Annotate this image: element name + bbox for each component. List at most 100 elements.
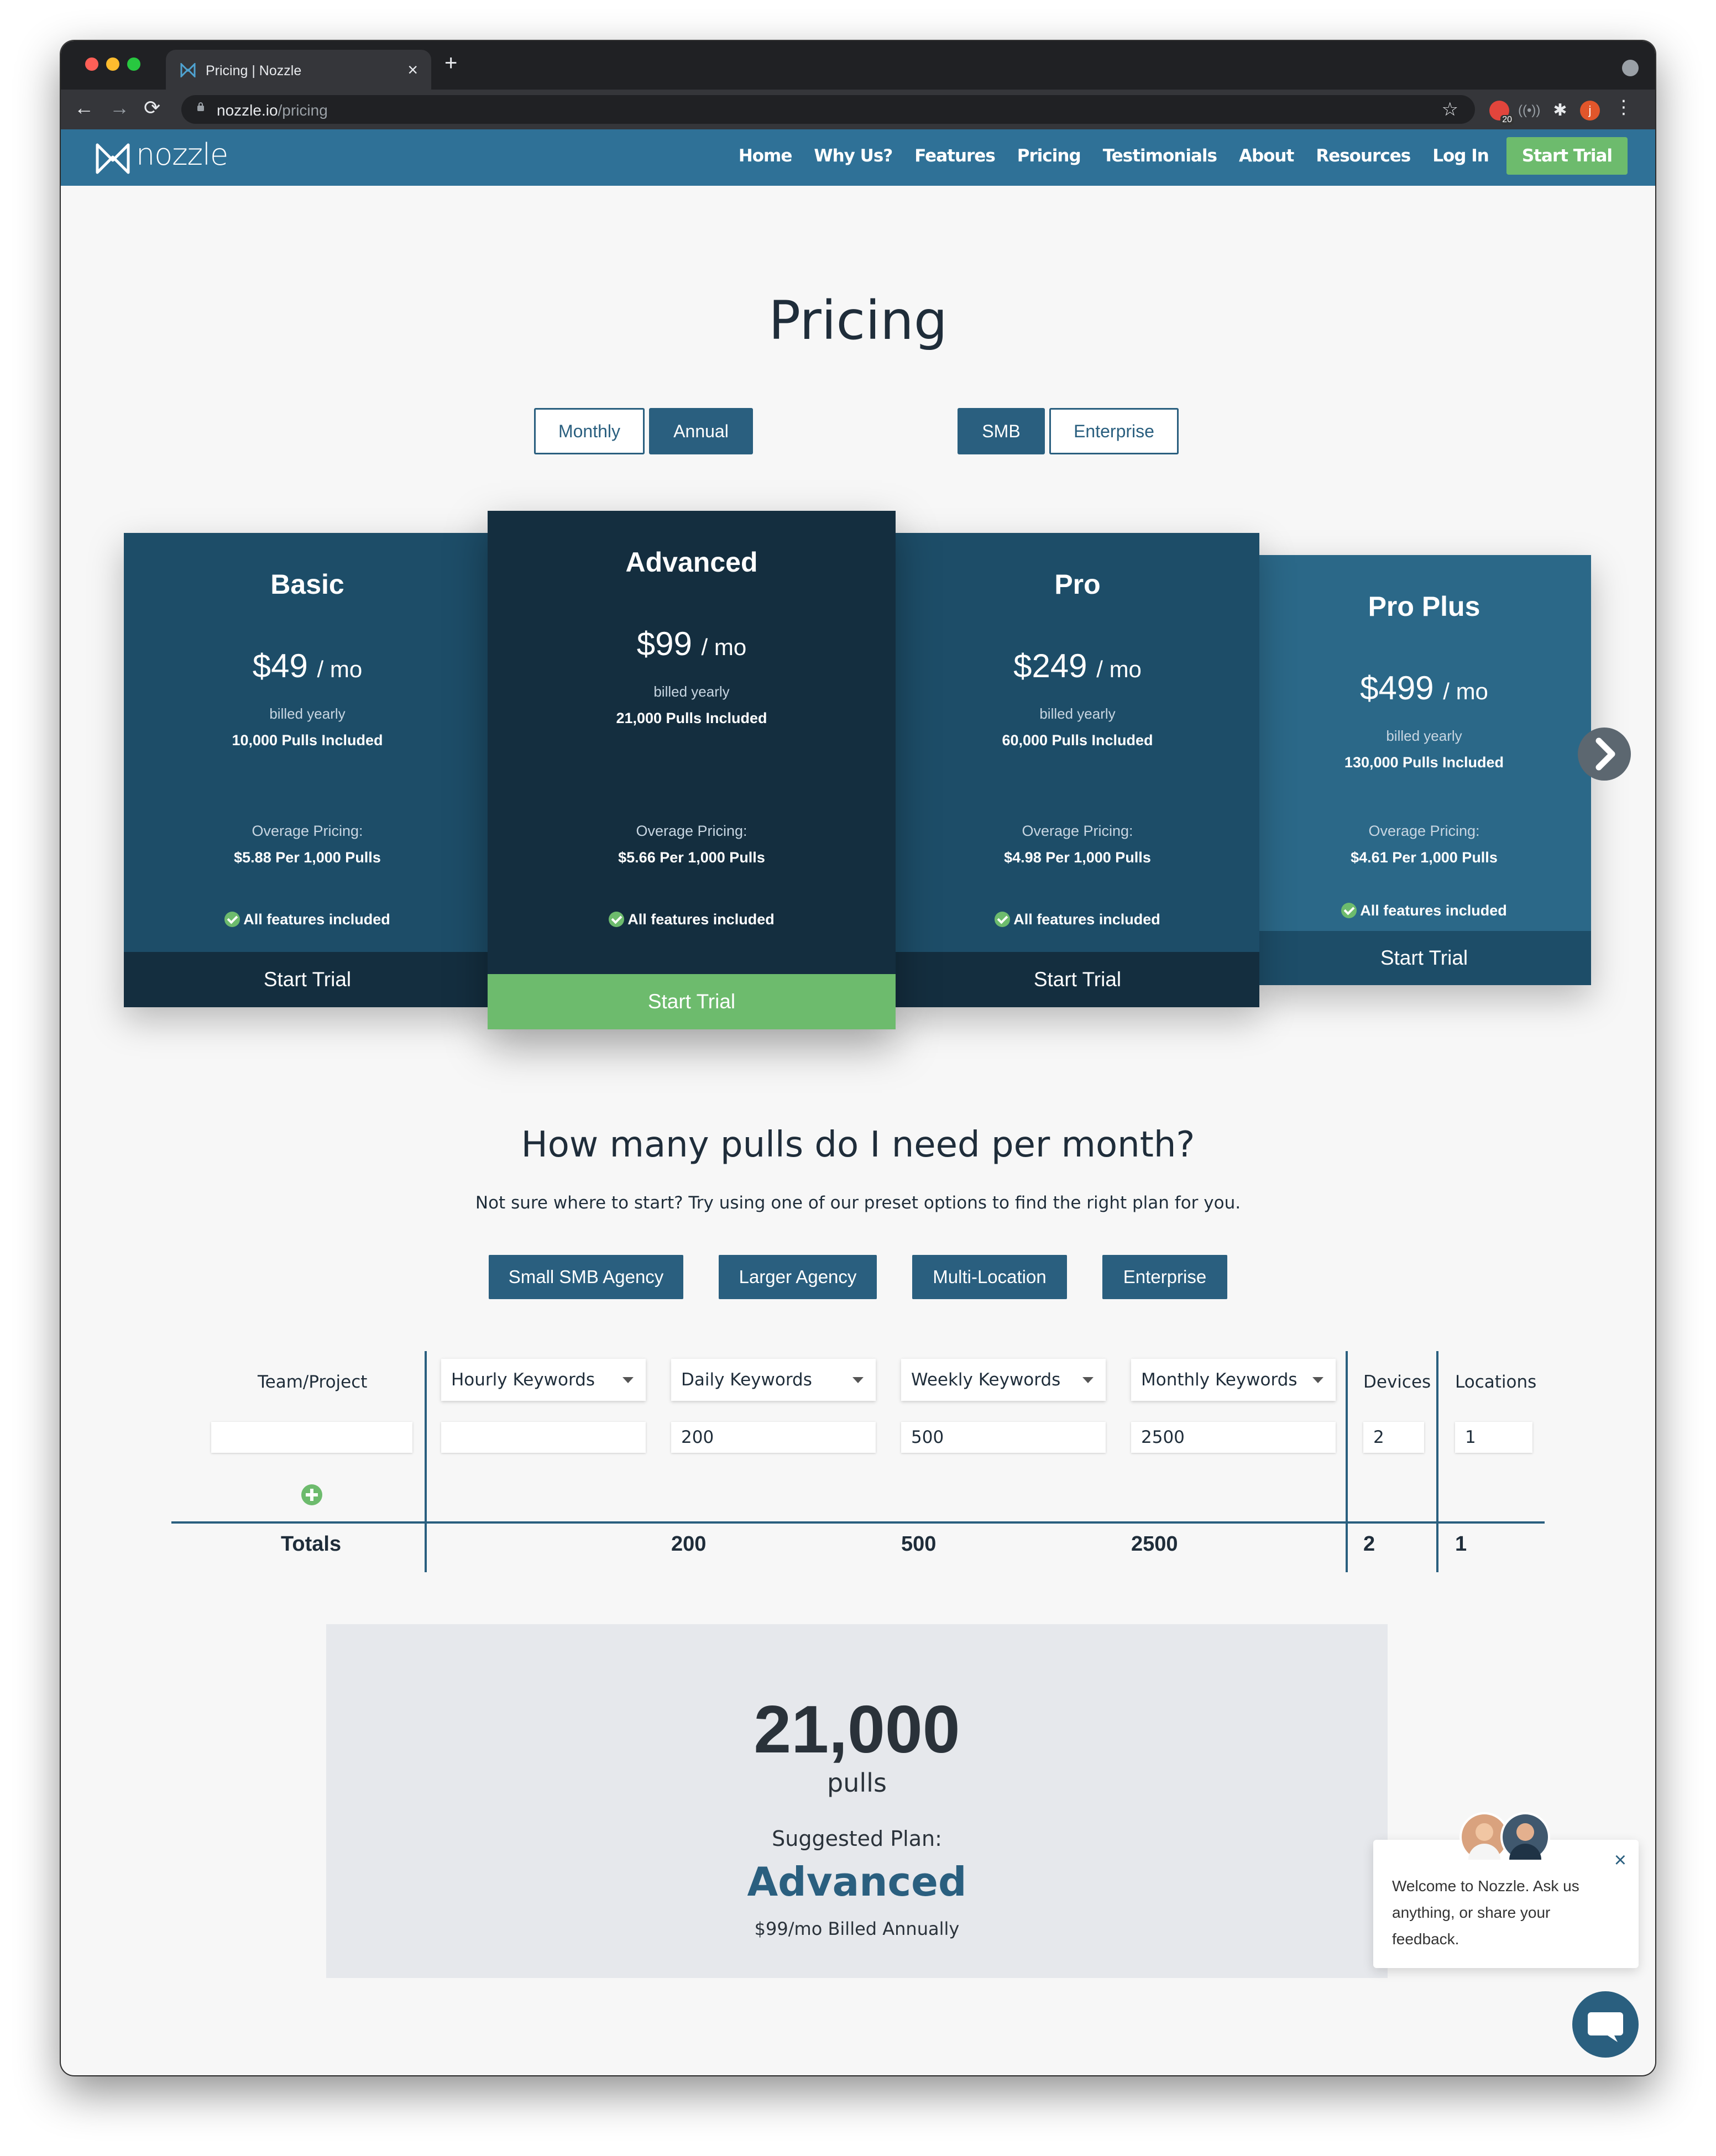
profile-avatar[interactable]: j xyxy=(1580,101,1600,121)
devices-header: Devices xyxy=(1363,1372,1431,1392)
carousel-next-button[interactable] xyxy=(1578,728,1631,781)
calculator-heading: How many pulls do I need per month? xyxy=(521,1124,1195,1165)
team-project-header: Team/Project xyxy=(258,1372,368,1392)
plan-price-amount: $99 xyxy=(636,625,692,662)
url-text: nozzle.io/pricing xyxy=(217,102,328,119)
basic-start-trial-button[interactable]: Start Trial xyxy=(124,952,491,1007)
plan-features-label: All features included xyxy=(627,911,775,928)
chevron-right-icon xyxy=(1595,737,1615,771)
nav-home[interactable]: Home xyxy=(739,146,793,166)
nav-features[interactable]: Features xyxy=(914,146,996,166)
nav-testimonials[interactable]: Testimonials xyxy=(1103,146,1217,166)
monthly-keywords-input[interactable]: 2500 xyxy=(1131,1422,1336,1453)
plan-features-label: All features included xyxy=(243,911,390,928)
logo-wordmark[interactable]: nozzle xyxy=(136,137,228,172)
weekly-keywords-input[interactable]: 500 xyxy=(901,1422,1106,1453)
browser-window: Pricing | Nozzle × + ← → ⟳ nozzle.io/pri… xyxy=(61,41,1655,2075)
plan-name: Pro xyxy=(1054,569,1101,600)
preset-enterprise-button[interactable]: Enterprise xyxy=(1102,1255,1227,1299)
daily-keywords-select[interactable]: Daily Keywords xyxy=(671,1359,876,1401)
minimize-window-icon[interactable] xyxy=(106,57,119,71)
reload-icon[interactable]: ⟳ xyxy=(144,96,160,119)
locations-header: Locations xyxy=(1455,1372,1537,1392)
plan-overage-label: Overage Pricing: xyxy=(1022,823,1133,839)
plan-pulls: 10,000 Pulls Included xyxy=(232,732,383,749)
bookmark-star-icon[interactable]: ☆ xyxy=(1442,98,1458,121)
nav-pricing[interactable]: Pricing xyxy=(1017,146,1081,166)
pulls-total: 21,000 xyxy=(754,1692,960,1767)
plan-overage-label: Overage Pricing: xyxy=(636,823,747,839)
caret-down-icon xyxy=(852,1377,864,1383)
advanced-start-trial-button[interactable]: Start Trial xyxy=(488,974,896,1029)
smb-toggle-button[interactable]: SMB xyxy=(958,408,1045,454)
plan-features-label: All features included xyxy=(1360,902,1507,919)
url-host: nozzle.io xyxy=(217,102,278,119)
browser-tab[interactable]: Pricing | Nozzle × xyxy=(166,50,431,90)
chat-launcher-button[interactable] xyxy=(1572,1991,1639,2058)
plan-billed: billed yearly xyxy=(269,705,346,722)
team-project-input[interactable] xyxy=(211,1422,412,1453)
plan-overage-value: $5.88 Per 1,000 Pulls xyxy=(234,849,381,866)
plan-overage-label: Overage Pricing: xyxy=(1368,823,1480,839)
preset-small-smb-agency-button[interactable]: Small SMB Agency xyxy=(489,1255,683,1299)
nozzle-logo-icon[interactable] xyxy=(95,142,130,175)
preset-larger-agency-button[interactable]: Larger Agency xyxy=(719,1255,877,1299)
nav-resources[interactable]: Resources xyxy=(1316,146,1411,166)
extension-badge-icon[interactable]: 20 xyxy=(1489,101,1514,125)
weekly-keywords-select[interactable]: Weekly Keywords xyxy=(901,1359,1106,1401)
chat-close-icon[interactable]: × xyxy=(1614,1849,1626,1872)
plan-features: All features included xyxy=(1257,902,1591,919)
locations-input[interactable]: 1 xyxy=(1455,1422,1532,1453)
daily-keywords-input[interactable]: 200 xyxy=(671,1422,876,1453)
maximize-window-icon[interactable] xyxy=(127,57,140,71)
monthly-toggle-button[interactable]: Monthly xyxy=(534,408,645,454)
annual-toggle-button[interactable]: Annual xyxy=(649,408,753,454)
hourly-keywords-select[interactable]: Hourly Keywords xyxy=(441,1359,646,1401)
plan-features-label: All features included xyxy=(1013,911,1160,928)
plan-billed: billed yearly xyxy=(1386,728,1462,744)
suggested-plan-name: Advanced xyxy=(747,1859,967,1905)
plan-price: $249 / mo xyxy=(896,647,1259,685)
pro-plus-start-trial-button[interactable]: Start Trial xyxy=(1257,931,1591,985)
monthly-keywords-select[interactable]: Monthly Keywords xyxy=(1131,1359,1336,1401)
new-tab-icon[interactable]: + xyxy=(444,51,457,76)
browser-tab-bar: Pricing | Nozzle × + xyxy=(61,41,1655,90)
kebab-menu-icon[interactable]: ⋮ xyxy=(1614,96,1633,118)
address-bar[interactable]: nozzle.io/pricing ☆ xyxy=(181,95,1475,124)
person-icon xyxy=(1509,1823,1541,1860)
plan-features: All features included xyxy=(488,911,896,928)
nav-about[interactable]: About xyxy=(1239,146,1294,166)
back-arrow-icon[interactable]: ← xyxy=(74,96,94,119)
lock-icon xyxy=(197,102,204,111)
plan-billed: billed yearly xyxy=(653,683,730,700)
pulls-unit: pulls xyxy=(827,1768,887,1798)
site-header: nozzle Home Why Us? Features Pricing Tes… xyxy=(61,129,1655,186)
hourly-keywords-input[interactable] xyxy=(441,1422,646,1453)
plan-billed: billed yearly xyxy=(1039,705,1116,722)
column-divider xyxy=(1436,1351,1438,1572)
support-agent-avatar xyxy=(1500,1812,1550,1862)
plan-overage-label: Overage Pricing: xyxy=(252,823,363,839)
enterprise-toggle-button[interactable]: Enterprise xyxy=(1049,408,1179,454)
chat-welcome-message: Welcome to Nozzle. Ask us anything, or s… xyxy=(1392,1877,1579,1948)
browser-menu-circle-icon[interactable] xyxy=(1622,60,1639,76)
add-row-plus-icon[interactable] xyxy=(301,1484,323,1506)
caret-down-icon xyxy=(1312,1377,1323,1383)
close-window-icon[interactable] xyxy=(85,57,98,71)
preset-multi-location-button[interactable]: Multi-Location xyxy=(912,1255,1067,1299)
broadcast-extension-icon[interactable]: ((•)) xyxy=(1518,101,1540,121)
nav-login[interactable]: Log In xyxy=(1432,146,1489,166)
nav-why-us[interactable]: Why Us? xyxy=(814,146,893,166)
pro-start-trial-button[interactable]: Start Trial xyxy=(896,952,1259,1007)
plan-features: All features included xyxy=(896,911,1259,928)
plan-pulls: 60,000 Pulls Included xyxy=(1002,732,1153,749)
plan-pulls: 21,000 Pulls Included xyxy=(616,710,767,726)
devices-input[interactable]: 2 xyxy=(1363,1422,1424,1453)
plan-price-amount: $499 xyxy=(1360,669,1434,707)
plan-price: $49 / mo xyxy=(124,647,491,685)
plan-overage-value: $4.98 Per 1,000 Pulls xyxy=(1004,849,1151,866)
puzzle-extensions-icon[interactable]: ✱ xyxy=(1550,101,1570,121)
tab-close-icon[interactable]: × xyxy=(407,60,418,80)
nav-start-trial-button[interactable]: Start Trial xyxy=(1506,137,1628,175)
forward-arrow-icon[interactable]: → xyxy=(109,96,129,119)
